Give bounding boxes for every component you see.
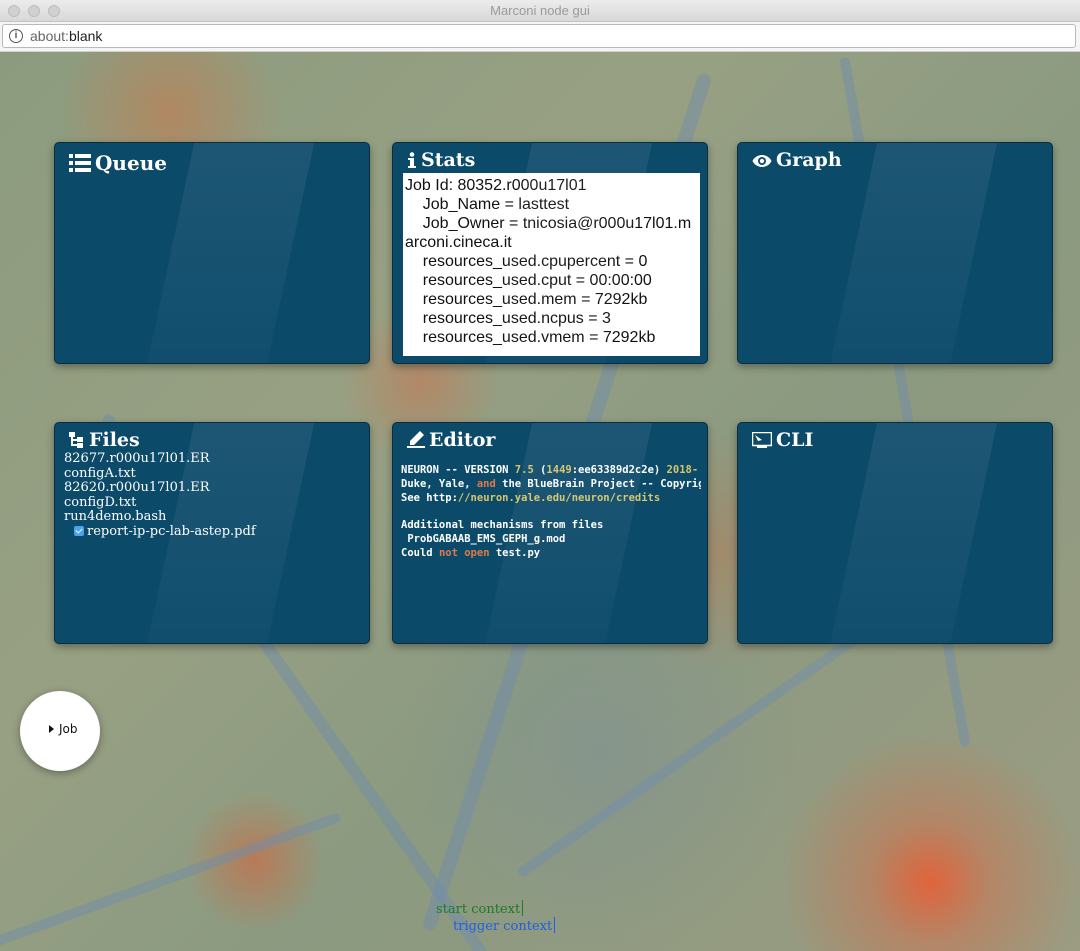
background-vein	[0, 811, 342, 951]
start-context-label[interactable]: start context	[436, 900, 524, 917]
cli-panel-title: CLI	[751, 429, 814, 453]
file-item-label: report-ip-pc-lab-astep.pdf	[87, 523, 256, 539]
window-title: Marconi node gui	[490, 3, 590, 18]
stats-line: Job_Name = lasttest	[405, 196, 570, 213]
eye-icon	[752, 151, 772, 173]
editor-line: See http://neuron.yale.edu/neuron/credit…	[401, 491, 661, 504]
editor-line: NEURON -- VERSION 7.5 (1449:ee63389d2c2e…	[401, 464, 699, 476]
caret-right-icon	[49, 725, 54, 733]
stats-panel[interactable]: Stats Job Id: 80352.r000u17l01 Job_Name …	[392, 142, 708, 364]
stats-title-text: Stats	[421, 149, 476, 171]
graph-panel-title: Graph	[752, 149, 842, 173]
terminal-icon	[751, 431, 773, 453]
editor-panel-title: Editor	[407, 429, 495, 453]
pencil-icon	[407, 430, 425, 453]
stats-line: resources_used.cput = 00:00:00	[405, 272, 652, 289]
cli-panel[interactable]: CLI	[737, 422, 1053, 644]
stats-panel-title: Stats	[407, 149, 475, 173]
files-panel[interactable]: Files 82677.r000u17l01.ER configA.txt 82…	[54, 422, 370, 644]
stats-line: resources_used.ncpus = 3	[405, 310, 611, 327]
editor-content[interactable]: NEURON -- VERSION 7.5 (1449:ee63389d2c2e…	[401, 464, 701, 561]
stats-line: resources_used.mem = 7292kb	[405, 291, 648, 308]
address-bar: i about:blank	[0, 22, 1080, 52]
info-icon[interactable]: i	[9, 29, 23, 43]
url-scheme: about:	[30, 28, 69, 44]
editor-line: Additional mechanisms from files	[401, 519, 604, 532]
graph-panel[interactable]: Graph	[737, 142, 1053, 364]
editor-line: Duke, Yale, and the BlueBrain Project --…	[401, 477, 701, 490]
list-icon	[69, 153, 91, 177]
stats-line: Job_Owner = tnicosia@r000u17l01.marconi.…	[405, 215, 692, 251]
file-item[interactable]: configA.txt	[64, 466, 256, 482]
cli-title-text: CLI	[776, 429, 814, 451]
file-item[interactable]: 82620.r000u17l01.ER	[64, 480, 256, 496]
editor-line: Could not open test.py	[401, 546, 541, 559]
url-text: about:blank	[30, 28, 102, 44]
file-checkbox[interactable]	[74, 525, 84, 536]
editor-panel[interactable]: Editor NEURON -- VERSION 7.5 (1449:ee633…	[392, 422, 708, 644]
url-path: blank	[68, 28, 103, 44]
job-button-label: Job	[59, 722, 78, 736]
file-list: 82677.r000u17l01.ER configA.txt 82620.r0…	[64, 451, 256, 540]
queue-title-text: Queue	[95, 151, 167, 175]
file-item-checked[interactable]: report-ip-pc-lab-astep.pdf	[64, 523, 256, 540]
files-panel-title: Files	[69, 429, 140, 453]
file-tree-icon	[69, 431, 85, 453]
job-button[interactable]: Job	[20, 691, 100, 771]
queue-panel-title: Queue	[69, 151, 167, 177]
queue-panel[interactable]: Queue	[54, 142, 370, 364]
editor-line: ProbGABAAB_EMS_GEPH_g.mod	[401, 532, 566, 545]
file-item[interactable]: run4demo.bash	[64, 509, 256, 525]
url-field[interactable]: i about:blank	[2, 24, 1076, 48]
stats-line: Job Id: 80352.r000u17l01	[405, 177, 587, 194]
file-item[interactable]: configD.txt	[64, 495, 256, 511]
info-icon	[407, 151, 417, 173]
files-title-text: Files	[89, 429, 140, 451]
window-titlebar: Marconi node gui	[0, 0, 1080, 22]
stats-output[interactable]: Job Id: 80352.r000u17l01 Job_Name = last…	[403, 173, 700, 356]
graph-title-text: Graph	[776, 149, 842, 171]
editor-title-text: Editor	[429, 429, 496, 451]
stats-line: resources_used.cpupercent = 0	[405, 253, 648, 270]
stats-line: resources_used.vmem = 7292kb	[405, 329, 656, 346]
file-item[interactable]: 82677.r000u17l01.ER	[64, 451, 256, 467]
trigger-context-label[interactable]: trigger context	[453, 917, 556, 934]
